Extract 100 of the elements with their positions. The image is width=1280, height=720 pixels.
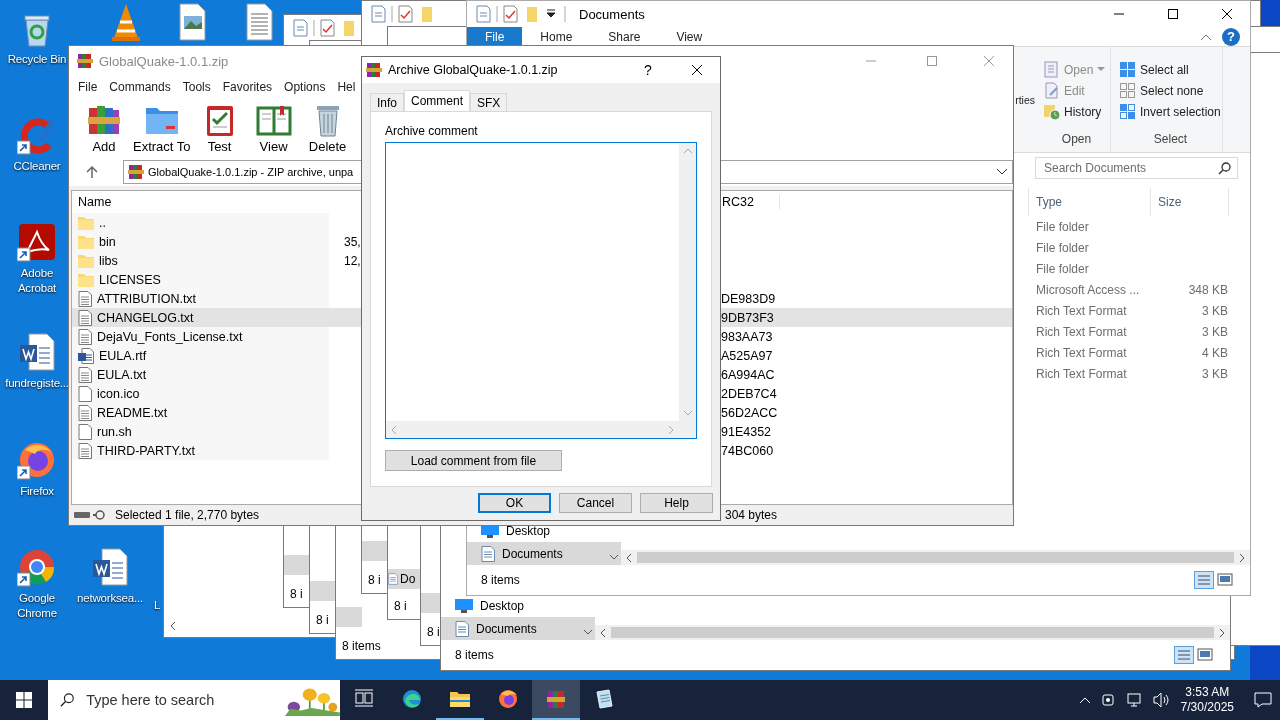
dialog-button[interactable]: Cancel (559, 493, 632, 513)
file-row[interactable]: icon.ico 2DEB7C4 (72, 384, 1012, 403)
file-row[interactable]: libs 12, (72, 251, 1012, 270)
menu-item[interactable]: Favorites (216, 80, 279, 94)
search-box[interactable]: Search Documents (1035, 157, 1238, 179)
toolbar-button[interactable]: View (248, 98, 299, 158)
dialog-button[interactable]: OK (478, 493, 551, 513)
file-name-cell[interactable]: icon.ico (72, 384, 329, 403)
column-header[interactable]: Name (72, 195, 329, 209)
file-name-cell[interactable]: libs (72, 251, 329, 270)
toolbar-button[interactable]: Delete (302, 98, 353, 158)
desktop-icon-label[interactable]: Google Chrome (3, 591, 71, 621)
file-row[interactable]: ATTRIBUTION.txt DE983D9 (72, 289, 1012, 308)
ribbon-tab[interactable]: Home (522, 27, 591, 46)
file-row[interactable]: DejaVu_Fonts_License.txt 983AA73 (72, 327, 1012, 346)
column-header[interactable]: Size (1150, 188, 1228, 216)
nav-pane-item[interactable]: Documents (441, 617, 595, 640)
desktop-icon-label[interactable]: Firefox (20, 484, 54, 499)
volume-icon[interactable] (1152, 692, 1171, 708)
desktop-icon-label[interactable]: L (153, 598, 161, 613)
file-name-cell[interactable]: EULA.rtf (72, 346, 329, 365)
file-row[interactable]: LICENSES (72, 270, 1012, 289)
document-icon[interactable] (17, 332, 57, 372)
acrobat-icon[interactable] (17, 222, 57, 262)
scroll-right-icon[interactable] (1217, 627, 1227, 638)
file-name-cell[interactable]: .. (72, 213, 329, 232)
file-row[interactable]: README.txt 56D2ACC (72, 403, 1012, 422)
file-row[interactable]: run.sh 91E4352 (72, 422, 1012, 441)
meet-icon[interactable] (1100, 692, 1117, 708)
tab[interactable]: Comment (404, 90, 471, 111)
maximize-icon[interactable] (1168, 9, 1178, 19)
menu-item[interactable]: Hel (331, 80, 362, 94)
menu-item[interactable]: Tools (176, 80, 217, 94)
network-icon[interactable] (1126, 692, 1143, 708)
menu-item[interactable]: Options (278, 80, 332, 94)
nav-pane-item[interactable]: Documents (467, 542, 621, 565)
file-name-cell[interactable]: bin (72, 232, 329, 251)
dropdown-caret-icon[interactable] (996, 168, 1008, 176)
toolbar-button[interactable]: Test (194, 98, 245, 158)
toolbar-button[interactable]: Extract To (133, 98, 191, 158)
load-comment-button[interactable]: Load comment from file (385, 450, 562, 471)
view-mode-icon[interactable] (1194, 571, 1236, 589)
menu-item[interactable]: Commands (103, 80, 177, 94)
toolbar-button[interactable]: Add (79, 98, 129, 158)
firefox-icon[interactable] (497, 688, 519, 710)
nav-pane-item[interactable]: Desktop (441, 594, 595, 617)
scroll-down-icon[interactable] (609, 552, 619, 562)
notepad-icon[interactable] (593, 688, 615, 710)
up-arrow-icon[interactable] (85, 165, 99, 179)
desktop-icon-label[interactable]: Adobe Acrobat (3, 266, 71, 296)
horizontal-scrollbar[interactable] (595, 625, 1230, 640)
nav-pane-item[interactable]: Do (388, 569, 422, 589)
file-name-cell[interactable]: DejaVu_Fonts_License.txt (72, 327, 329, 346)
ribbon-tab[interactable]: Share (590, 27, 659, 46)
notification-icon[interactable] (1254, 692, 1272, 708)
edge-icon[interactable] (401, 688, 423, 710)
ribbon-button[interactable]: Invert selection (1119, 103, 1222, 120)
task-view-icon[interactable] (353, 688, 375, 710)
collapse-ribbon-icon[interactable] (1200, 32, 1212, 41)
scroll-right-icon[interactable] (1237, 552, 1247, 563)
file-row[interactable]: EULA.txt 6A994AC (72, 365, 1012, 384)
file-row[interactable]: .. (72, 213, 1012, 232)
firefox-icon[interactable] (17, 440, 57, 480)
column-header[interactable]: Type (1028, 188, 1150, 216)
winrar-icon[interactable] (545, 688, 567, 710)
scroll-left-icon[interactable] (624, 552, 634, 563)
show-hidden-icons-icon[interactable] (1078, 696, 1091, 704)
ccleaner-icon[interactable] (17, 115, 57, 155)
ribbon-tab[interactable]: View (658, 27, 721, 46)
search-field[interactable]: Type here to search (84, 691, 276, 709)
file-row[interactable]: EULA.rtf A525A97 (72, 346, 1012, 365)
desktop-icon-label[interactable]: CCleaner (13, 159, 61, 174)
ribbon-button[interactable]: Select none (1119, 82, 1222, 99)
file-name-cell[interactable]: ATTRIBUTION.txt (72, 289, 329, 308)
scroll-left-icon[interactable] (168, 621, 178, 631)
tab[interactable]: Info (370, 93, 404, 111)
help-button[interactable]: ? (628, 62, 668, 78)
dialog-button[interactable]: Help (640, 493, 713, 513)
close-icon[interactable] (1222, 9, 1232, 19)
file-name-cell[interactable]: LICENSES (72, 270, 329, 289)
ribbon-button[interactable]: History (1043, 103, 1110, 120)
help-button[interactable]: ? (1222, 27, 1240, 46)
ribbon-button-label[interactable]: rties (1015, 93, 1035, 106)
menu-item[interactable]: File (72, 80, 104, 94)
file-name-cell[interactable]: EULA.txt (72, 365, 329, 384)
file-row[interactable]: bin 35, (72, 232, 1012, 251)
file-name-cell[interactable]: README.txt (72, 403, 329, 422)
clock[interactable]: 3:53 AM 7/30/2025 (1180, 685, 1234, 715)
desktop-icon-label[interactable]: networksea... (77, 591, 143, 606)
view-mode-icon[interactable] (1174, 646, 1216, 664)
document-icon[interactable] (90, 547, 130, 587)
scroll-left-icon[interactable] (598, 627, 608, 638)
scroll-down-icon[interactable] (583, 627, 593, 637)
close-icon[interactable] (692, 65, 702, 75)
desktop-icon-label[interactable]: Recycle Bin (7, 52, 67, 67)
taskbar-search-box[interactable]: Type here to search (48, 680, 340, 720)
file-name-cell[interactable]: THIRD-PARTY.txt (72, 441, 329, 460)
search-field[interactable]: Search Documents (1042, 160, 1206, 176)
ribbon-button[interactable]: Select all (1119, 61, 1222, 78)
horizontal-scrollbar[interactable] (621, 550, 1250, 565)
